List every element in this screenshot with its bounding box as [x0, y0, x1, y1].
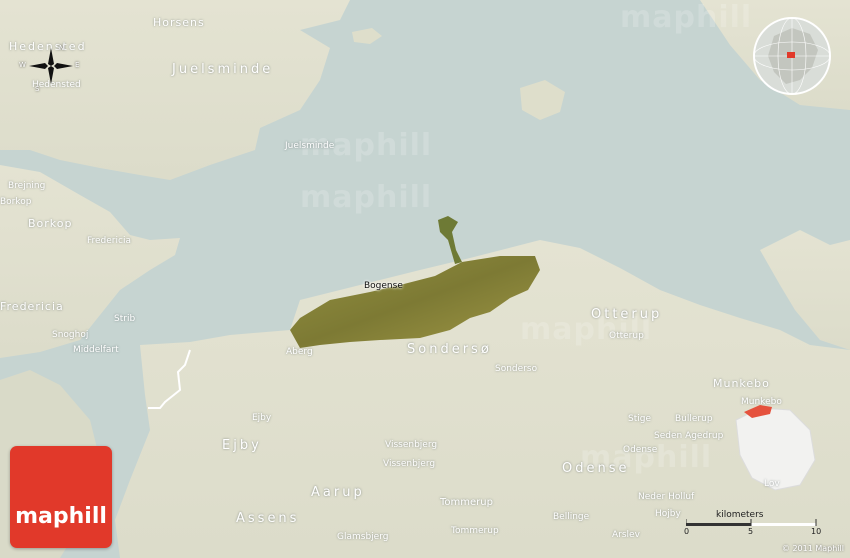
maphill-logo[interactable]: maphill	[10, 446, 112, 548]
label-tommerup: Tommerup	[451, 526, 499, 536]
label-seden: Seden Agedrup	[654, 431, 724, 441]
label-fredericia: Fredericia	[87, 236, 131, 246]
label-odense-region: Odense	[562, 461, 630, 476]
watermark-1: maphill	[300, 180, 433, 215]
scale-tick-0: 0	[684, 527, 690, 536]
label-arslev: Arslev	[612, 530, 640, 540]
map-canvas[interactable]	[0, 0, 850, 558]
label-vissenbjerg: Vissenbjerg	[383, 459, 436, 469]
label-lov: Lov	[764, 479, 780, 489]
label-brejning: Brejning	[8, 181, 46, 191]
copyright-text: © 2011 Maphill	[781, 544, 844, 553]
label-munkebo-region: Munkebo	[713, 377, 770, 390]
compass-e: E	[75, 61, 80, 69]
label-vissenbjerg-region: Vissenbjerg	[385, 440, 438, 450]
label-neder-holluf: Neder Holluf	[638, 492, 695, 502]
compass-s: S	[35, 85, 40, 93]
label-aarup-region: Aarup	[311, 485, 365, 500]
label-bellinge: Bellinge	[553, 512, 590, 522]
label-sonderso: Sonderso	[495, 364, 538, 374]
label-ejby-region: Ejby	[222, 438, 262, 453]
watermark-3: maphill	[620, 0, 753, 35]
label-aberg: Aberg	[286, 347, 313, 357]
compass-w: W	[19, 61, 26, 69]
label-middelfart: Middelfart	[73, 345, 119, 355]
label-fredericia-region: Fredericia	[0, 300, 64, 313]
label-munkebo: Munkebo	[741, 397, 782, 407]
label-hojby: Hojby	[655, 509, 681, 519]
label-otterup: Otterup	[609, 331, 644, 341]
compass-n: N	[59, 44, 65, 52]
label-glamsbjerg: Glamsbjerg	[337, 532, 389, 542]
compass-rose: N W E S	[15, 44, 95, 120]
label-borkop: Borkop	[0, 197, 32, 207]
scale-title: kilometers	[716, 510, 764, 520]
label-ejby: Ejby	[252, 413, 272, 423]
scale-tick-5: 5	[748, 527, 754, 536]
globe-icon	[753, 17, 831, 95]
label-horsens: Horsens	[153, 16, 205, 29]
label-strib: Strib	[114, 314, 136, 324]
scale-tick-10: 10	[811, 527, 822, 536]
logo-text: maphill	[15, 504, 107, 529]
label-snoghoj: Snoghoj	[52, 330, 89, 340]
label-juelsminde: Juelsminde	[285, 141, 335, 151]
scale-bar: kilometers 0 5 10	[684, 508, 826, 538]
label-sonderso-region: Sondersø	[407, 342, 492, 357]
label-bullerup: Bullerup	[675, 414, 713, 424]
label-borkop-region: Borkop	[28, 217, 73, 230]
label-bogense: Bogense	[364, 281, 403, 291]
label-stige: Stige	[628, 414, 651, 424]
label-tommerup-region: Tommerup	[440, 497, 493, 508]
label-otterup-region: Otterup	[591, 307, 663, 322]
label-juelsminde-region: Juelsminde	[172, 62, 274, 77]
globe-locator	[752, 16, 832, 96]
label-assens-region: Assens	[236, 511, 300, 526]
label-odense: Odense	[623, 445, 658, 455]
compass-icon	[29, 48, 73, 84]
